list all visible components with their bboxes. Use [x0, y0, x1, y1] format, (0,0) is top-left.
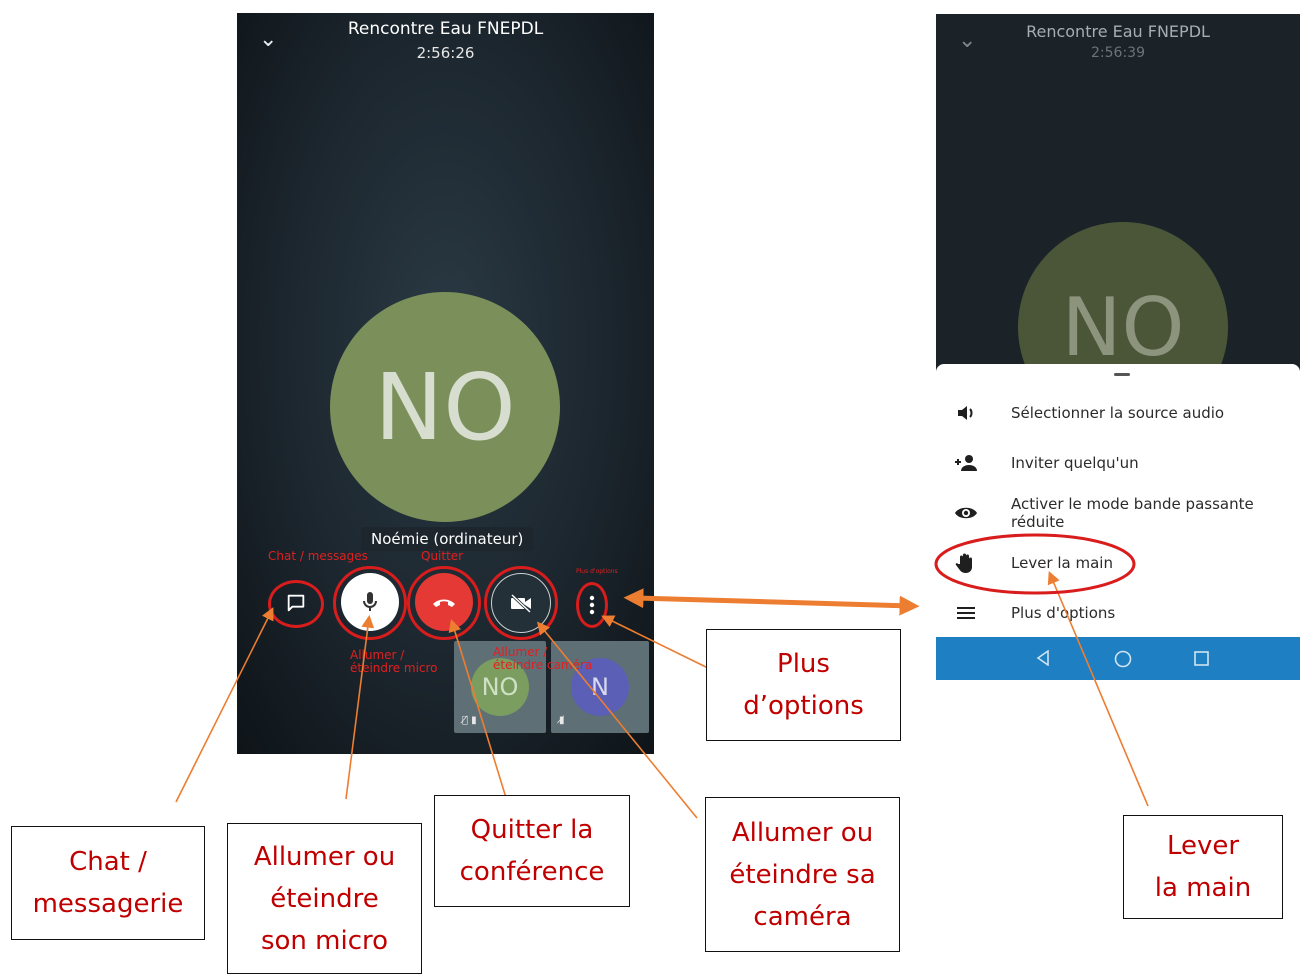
annotation-chat-box: Chat / messagerie: [11, 826, 205, 940]
annotation-line: éteindre: [270, 883, 379, 914]
annotation-line: éteindre sa: [729, 859, 876, 890]
annotation-line: Quitter la: [470, 815, 594, 845]
arrow-double: [623, 588, 920, 616]
annotation-hand-box: Lever la main: [1123, 815, 1283, 919]
annotation-line: Allumer ou: [731, 817, 874, 848]
annotation-line: Allumer ou: [253, 841, 396, 872]
annotation-line: Lever: [1166, 831, 1240, 861]
annotation-line: caméra: [753, 901, 852, 932]
annotation-quit-box: Quitter la conférence: [434, 795, 630, 907]
annotation-mic-box: Allumer ou éteindre son micro: [227, 823, 422, 974]
annotation-line: Plus: [777, 649, 830, 679]
arrow-mic: [345, 614, 375, 800]
annotation-line: Chat /: [69, 847, 147, 877]
arrow-camera: [536, 621, 698, 819]
arrow-chat: [175, 607, 274, 803]
arrow-quit: [448, 618, 508, 802]
annotation-more-box: Plus d’options: [706, 629, 901, 741]
annotation-line: la main: [1154, 873, 1252, 903]
annotation-camera-box: Allumer ou éteindre sa caméra: [705, 797, 900, 952]
annotation-line: conférence: [459, 857, 605, 887]
annotation-line: son micro: [260, 925, 389, 956]
annotation-line: d’options: [743, 691, 864, 721]
arrow-hand: [1047, 571, 1149, 807]
annotation-line: messagerie: [32, 889, 184, 919]
raise-hand-highlight: [934, 533, 1136, 595]
arrow-more: [601, 615, 711, 670]
